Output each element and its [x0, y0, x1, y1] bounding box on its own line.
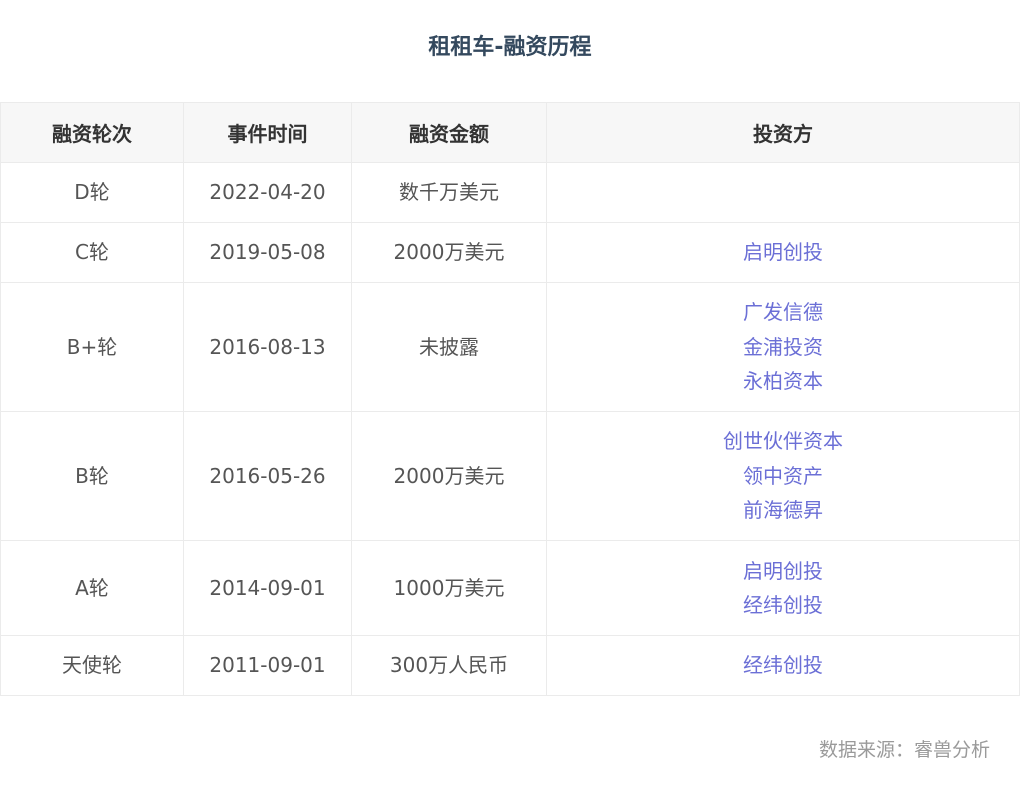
table-row: B+轮 2016-08-13 未披露 广发信德 金浦投资 永柏资本: [0, 282, 1020, 412]
table-row: D轮 2022-04-20 数千万美元: [0, 162, 1020, 223]
investors-cell: [546, 162, 1020, 223]
date-cell: 2016-08-13: [183, 282, 352, 412]
date-cell: 2019-05-08: [183, 222, 352, 283]
investor-link[interactable]: 经纬创投: [547, 648, 1019, 683]
table-header-row: 融资轮次 事件时间 融资金额 投资方: [0, 102, 1020, 163]
table-row: A轮 2014-09-01 1000万美元 启明创投 经纬创投: [0, 540, 1020, 636]
date-cell: 2022-04-20: [183, 162, 352, 223]
header-round: 融资轮次: [0, 102, 184, 163]
investors-cell: 广发信德 金浦投资 永柏资本: [546, 282, 1020, 412]
amount-cell: 2000万美元: [351, 222, 547, 283]
round-cell: B轮: [0, 411, 184, 541]
page-title: 租租车-融资历程: [428, 35, 592, 60]
round-cell: A轮: [0, 540, 184, 636]
investor-link[interactable]: 经纬创投: [547, 588, 1019, 623]
investor-link[interactable]: 启明创投: [547, 235, 1019, 270]
investors-cell: 创世伙伴资本 领中资产 前海德昇: [546, 411, 1020, 541]
round-cell: C轮: [0, 222, 184, 283]
date-cell: 2011-09-01: [183, 635, 352, 696]
investor-link[interactable]: 金浦投资: [547, 330, 1019, 365]
investors-cell: 启明创投: [546, 222, 1020, 283]
table-row: 天使轮 2011-09-01 300万人民币 经纬创投: [0, 635, 1020, 696]
investor-link[interactable]: 广发信德: [547, 295, 1019, 330]
round-cell: B+轮: [0, 282, 184, 412]
investor-link[interactable]: 启明创投: [547, 554, 1019, 589]
round-cell: 天使轮: [0, 635, 184, 696]
amount-cell: 2000万美元: [351, 411, 547, 541]
date-cell: 2014-09-01: [183, 540, 352, 636]
amount-cell: 数千万美元: [351, 162, 547, 223]
investor-link[interactable]: 创世伙伴资本: [547, 424, 1019, 459]
amount-cell: 300万人民币: [351, 635, 547, 696]
round-cell: D轮: [0, 162, 184, 223]
data-source-note: 数据来源：睿兽分析: [818, 739, 990, 761]
investor-link[interactable]: 前海德昇: [547, 493, 1019, 528]
investors-cell: 经纬创投: [546, 635, 1020, 696]
header-date: 事件时间: [183, 102, 352, 163]
table-row: C轮 2019-05-08 2000万美元 启明创投: [0, 222, 1020, 283]
investor-link[interactable]: 领中资产: [547, 459, 1019, 494]
financing-table: 融资轮次 事件时间 融资金额 投资方 D轮 2022-04-20 数千万美元 C…: [0, 102, 1020, 696]
date-cell: 2016-05-26: [183, 411, 352, 541]
investors-cell: 启明创投 经纬创投: [546, 540, 1020, 636]
investor-link[interactable]: 永柏资本: [547, 364, 1019, 399]
table-row: B轮 2016-05-26 2000万美元 创世伙伴资本 领中资产 前海德昇: [0, 411, 1020, 541]
header-investors: 投资方: [546, 102, 1020, 163]
amount-cell: 1000万美元: [351, 540, 547, 636]
header-amount: 融资金额: [351, 102, 547, 163]
amount-cell: 未披露: [351, 282, 547, 412]
